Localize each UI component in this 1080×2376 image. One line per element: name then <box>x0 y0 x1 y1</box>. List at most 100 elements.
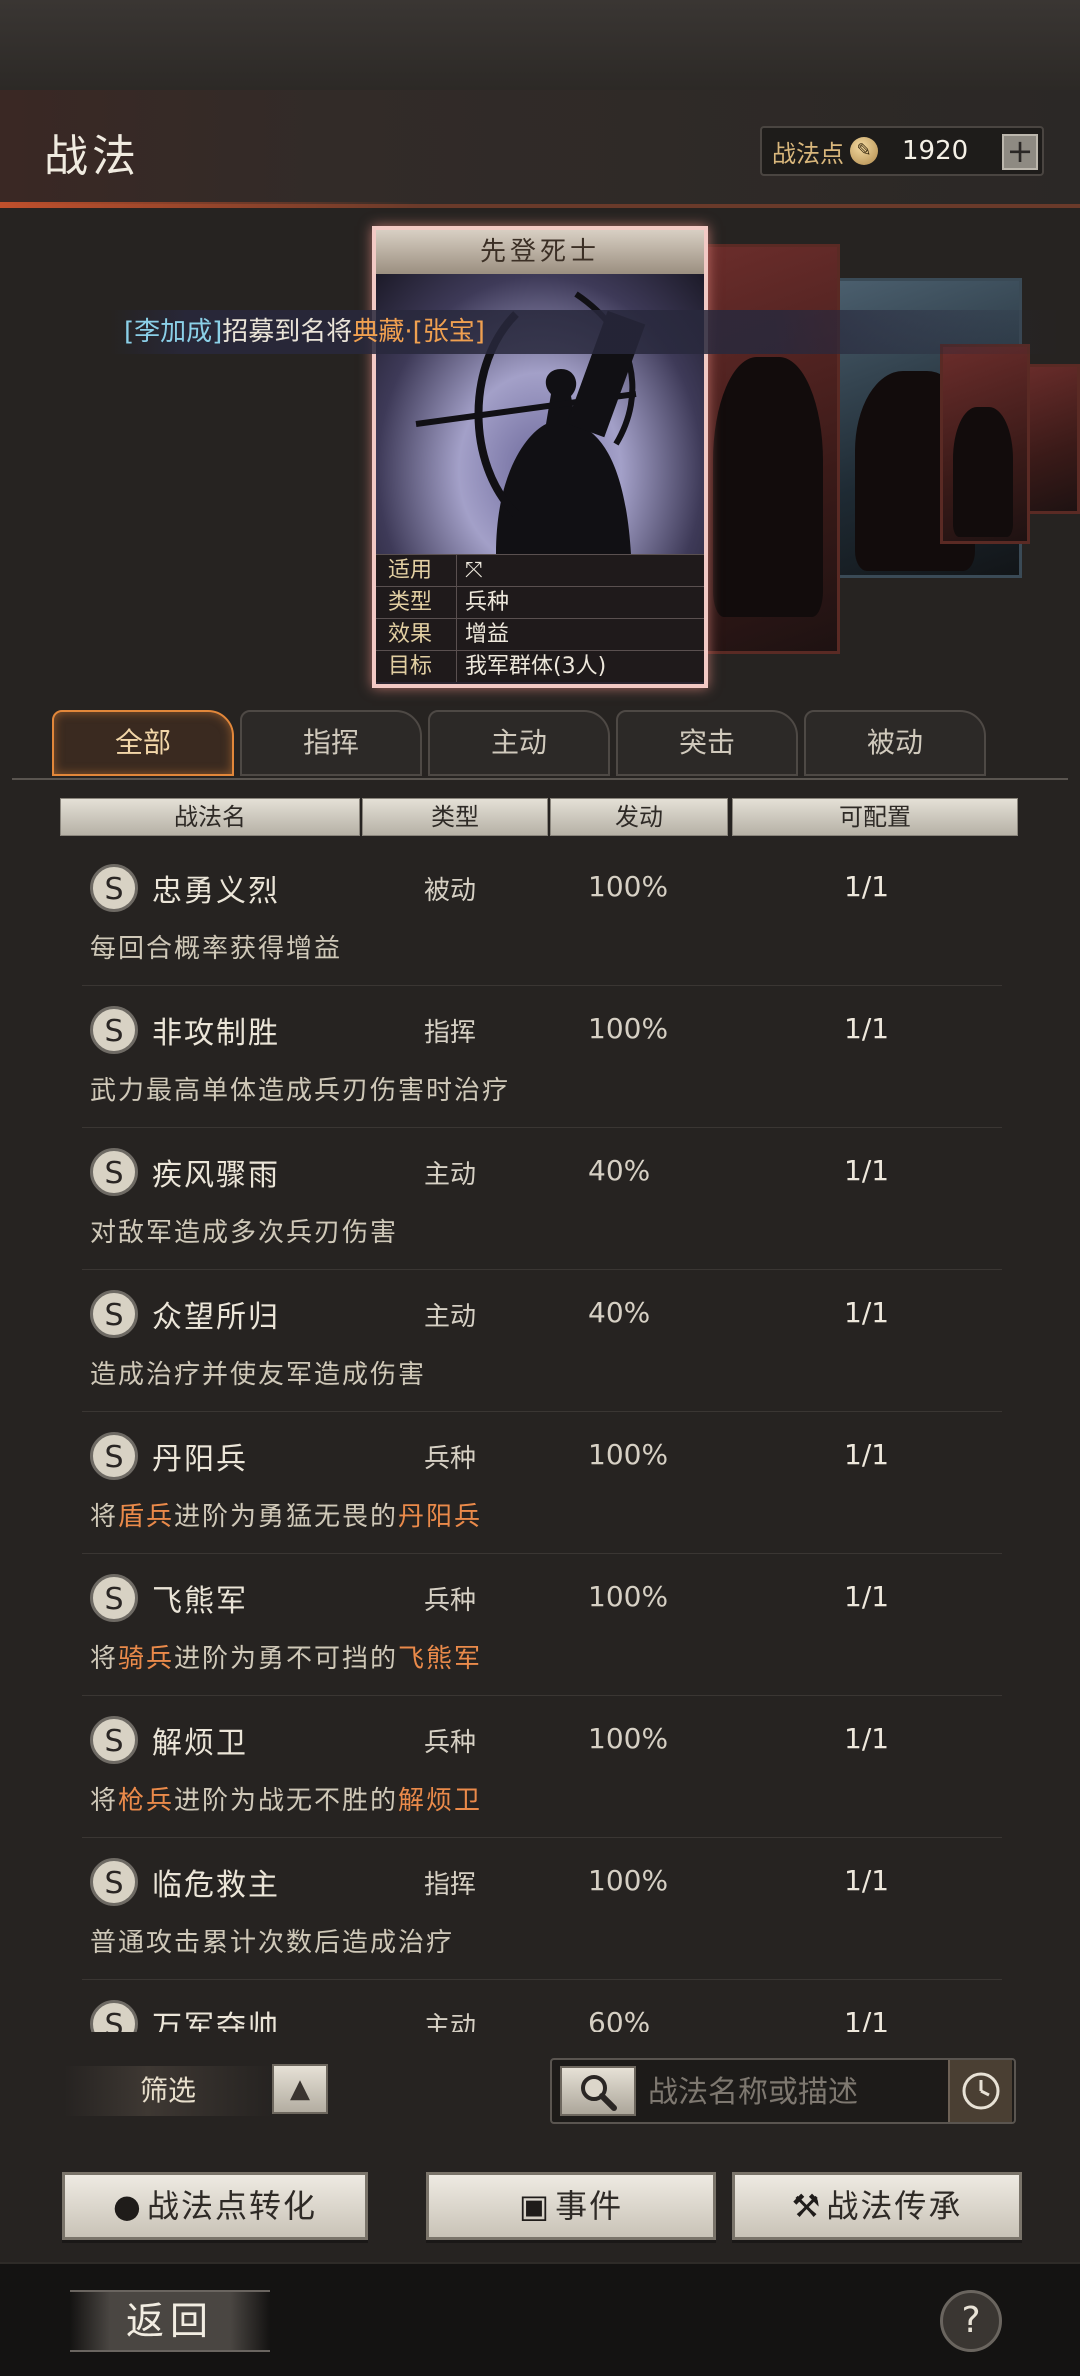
tab-passive[interactable]: 被动 <box>804 710 986 776</box>
header-bar: 战法 战法点 ✎ 1920 + <box>0 90 1080 208</box>
back-button[interactable]: 返回 <box>70 2290 270 2352</box>
skill-desc: 将骑兵进阶为勇不可挡的飞熊军 <box>90 1644 483 1674</box>
skill-rate: 100% <box>588 870 669 903</box>
convert-points-button[interactable]: ● 战法点转化 <box>62 2172 368 2240</box>
list-item[interactable]: S 疾风骤雨 主动 40% 1/1 对敌军造成多次兵刃伤害 <box>82 1136 1002 1270</box>
list-item[interactable]: S 众望所归 主动 40% 1/1 造成治疗并使友军造成伤害 <box>82 1278 1002 1412</box>
skill-rate: 60% <box>588 2006 651 2032</box>
skill-slots: 1/1 <box>844 1296 890 1329</box>
stat-value: 兵种 <box>456 587 704 618</box>
ticker-text: 招募到名将 <box>222 317 353 347</box>
header-glow <box>0 202 420 208</box>
skill-desc: 造成治疗并使友军造成伤害 <box>90 1360 427 1390</box>
list-item[interactable]: S 万军夺帅 主动 60% 1/1 <box>82 1988 1002 2032</box>
rank-s-icon: S <box>90 1432 138 1480</box>
back-card[interactable] <box>700 244 840 654</box>
stat-row-applicable: 适用 ⤧ <box>376 554 704 586</box>
skill-list[interactable]: S 忠勇义烈 被动 100% 1/1 每回合概率获得增益 S 非攻制胜 指挥 1… <box>0 852 1080 2032</box>
skill-type: 被动 <box>424 876 477 906</box>
skill-rate: 100% <box>588 1864 669 1897</box>
stat-row-type: 类型 兵种 <box>376 586 704 618</box>
skill-name: 万军夺帅 <box>152 2010 280 2032</box>
skill-rate: 40% <box>588 1296 651 1329</box>
book-icon: ▣ <box>518 2187 552 2225</box>
help-button[interactable]: ? <box>940 2290 1002 2352</box>
skill-name: 解烦卫 <box>152 1726 248 1761</box>
history-button[interactable] <box>948 2060 1012 2122</box>
card-title-bar: 先登死士 <box>376 230 704 274</box>
list-item[interactable]: S 临危救主 指挥 100% 1/1 普通攻击累计次数后造成治疗 <box>82 1846 1002 1980</box>
card-stats: 适用 ⤧ 类型 兵种 效果 增益 目标 我军群体(3人) <box>376 554 704 682</box>
stat-key: 适用 <box>388 558 433 583</box>
column-header-slots[interactable]: 可配置 <box>732 798 1018 836</box>
add-points-button[interactable]: + <box>1002 134 1038 170</box>
tab-command[interactable]: 指挥 <box>240 710 422 776</box>
skill-rate: 100% <box>588 1438 669 1471</box>
skill-slots: 1/1 <box>844 1154 890 1187</box>
column-header-name[interactable]: 战法名 <box>60 798 360 836</box>
search-icon <box>581 2075 617 2111</box>
rank-s-icon: S <box>90 864 138 912</box>
skill-type: 兵种 <box>424 1444 477 1474</box>
tabs-divider <box>12 778 1068 780</box>
skill-rate: 40% <box>588 1154 651 1187</box>
list-item[interactable]: S 解烦卫 兵种 100% 1/1 将枪兵进阶为战无不胜的解烦卫 <box>82 1704 1002 1838</box>
column-header-rate[interactable]: 发动 <box>550 798 728 836</box>
list-item[interactable]: S 非攻制胜 指挥 100% 1/1 武力最高单体造成兵刃伤害时治疗 <box>82 994 1002 1128</box>
tab-all[interactable]: 全部 <box>52 710 234 776</box>
card-carousel[interactable]: 先登死士 适用 ⤧ 类型 兵种 效果 增益 目标 我军群体(3人) [李加成]招… <box>0 214 1080 688</box>
skill-slots: 1/1 <box>844 1864 890 1897</box>
skill-points-icon: ✎ <box>850 137 878 165</box>
skill-desc: 每回合概率获得增益 <box>90 934 343 964</box>
search-box <box>550 2058 1016 2124</box>
droplet-icon: ● <box>113 2187 143 2225</box>
filter-label[interactable]: 筛选 <box>64 2066 272 2116</box>
skill-type: 兵种 <box>424 1728 477 1758</box>
rank-s-icon: S <box>90 2000 138 2032</box>
skill-name: 忠勇义烈 <box>152 874 280 909</box>
bottom-controls: 筛选 ▲ ●战法点转化 ▣事件 ⚒战法传承 <box>0 2056 1080 2256</box>
top-strip <box>0 0 1080 90</box>
stat-key: 目标 <box>388 654 433 679</box>
events-button[interactable]: ▣ 事件 <box>426 2172 716 2240</box>
skill-desc: 普通攻击累计次数后造成治疗 <box>90 1928 455 1958</box>
footer-bar: 返回 ? <box>0 2262 1080 2376</box>
tab-active[interactable]: 主动 <box>428 710 610 776</box>
skill-type: 主动 <box>424 2012 477 2032</box>
skill-name: 疾风骤雨 <box>152 1158 280 1193</box>
skill-card[interactable]: 先登死士 适用 ⤧ 类型 兵种 效果 增益 目标 我军群体(3人) <box>372 226 708 688</box>
stat-key: 效果 <box>388 622 433 647</box>
search-button[interactable] <box>560 2066 636 2116</box>
skill-name: 临危救主 <box>152 1868 280 1903</box>
inherit-skill-button[interactable]: ⚒ 战法传承 <box>732 2172 1022 2240</box>
skill-rate: 100% <box>588 1580 669 1613</box>
skill-type: 兵种 <box>424 1586 477 1616</box>
skill-slots: 1/1 <box>844 1580 890 1613</box>
rank-s-icon: S <box>90 1716 138 1764</box>
page-title: 战法 <box>44 131 140 182</box>
list-item[interactable]: S 丹阳兵 兵种 100% 1/1 将盾兵进阶为勇猛无畏的丹阳兵 <box>82 1420 1002 1554</box>
list-item[interactable]: S 飞熊军 兵种 100% 1/1 将骑兵进阶为勇不可挡的飞熊军 <box>82 1562 1002 1696</box>
skill-name: 非攻制胜 <box>152 1016 280 1051</box>
skill-type: 主动 <box>424 1302 477 1332</box>
card-title: 先登死士 <box>479 237 600 267</box>
rank-s-icon: S <box>90 1574 138 1622</box>
bow-icon: ⤧ <box>465 558 483 583</box>
tab-assault[interactable]: 突击 <box>616 710 798 776</box>
skill-points-value: 1920 <box>902 136 969 166</box>
filter-toggle-button[interactable]: ▲ <box>272 2064 328 2114</box>
column-header-type[interactable]: 类型 <box>362 798 548 836</box>
broadcast-ticker: [李加成]招募到名将典藏·[张宝] <box>110 310 1060 354</box>
rank-s-icon: S <box>90 1006 138 1054</box>
stat-row-target: 目标 我军群体(3人) <box>376 650 704 682</box>
skill-tabs: 全部 指挥 主动 突击 被动 <box>52 710 1012 778</box>
skill-name: 飞熊军 <box>152 1584 248 1619</box>
list-item[interactable]: S 忠勇义烈 被动 100% 1/1 每回合概率获得增益 <box>82 852 1002 986</box>
stat-value: ⤧ <box>456 555 704 586</box>
search-input[interactable] <box>648 2068 938 2116</box>
skill-desc: 武力最高单体造成兵刃伤害时治疗 <box>90 1076 511 1106</box>
ticker-player: [李加成] <box>124 317 223 347</box>
back-card[interactable] <box>940 344 1030 544</box>
skill-points-label: 战法点 <box>772 139 844 168</box>
clock-icon <box>962 2072 1000 2110</box>
